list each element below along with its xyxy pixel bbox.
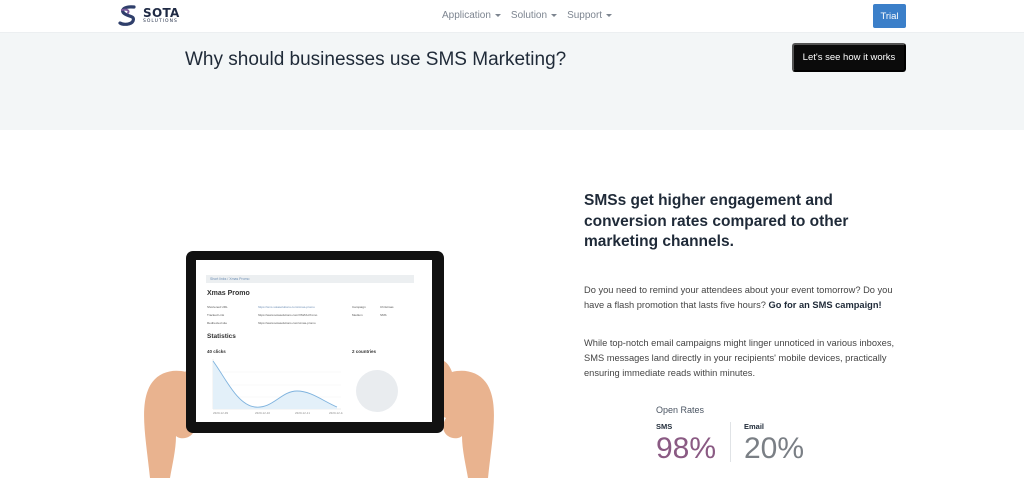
sms-open-rate: SMS 98%	[656, 422, 716, 465]
screen-side-value: SMS	[380, 313, 387, 317]
chart-x-label: 2020-12-11	[295, 411, 310, 415]
nav-solution-dropdown[interactable]: Solution	[510, 10, 558, 21]
nav-solution-label: Solution	[510, 10, 548, 21]
logo-subtitle: SOLUTIONS	[143, 19, 178, 25]
caret-down-icon	[551, 14, 558, 17]
nav-application-dropdown[interactable]: Application	[442, 10, 501, 21]
screen-row-label: Redirected site	[207, 321, 228, 325]
screen-countries-count: 2 countries	[352, 349, 377, 354]
intro-paragraph-cta: Go for an SMS campaign!	[768, 299, 882, 310]
chart-x-label: 2020-12-12	[329, 411, 343, 415]
screen-statistics-title: Statistics	[207, 333, 236, 340]
email-rate-value: 20%	[744, 432, 805, 465]
open-rates-title: Open Rates	[656, 405, 705, 415]
rates-divider	[730, 422, 731, 462]
screen-side-value: Christmas	[380, 305, 394, 309]
hero-title: Why should businesses use SMS Marketing?	[185, 49, 567, 70]
email-rate-label: Email	[744, 422, 765, 431]
chart-x-label: 2020-12-10	[255, 411, 270, 415]
caret-down-icon	[494, 14, 501, 17]
screen-side-label: Campaign	[352, 305, 366, 309]
email-open-rate: Email 20%	[744, 422, 804, 465]
trial-button[interactable]: Trial	[873, 4, 906, 28]
see-how-it-works-button[interactable]: Let's see how it works	[792, 43, 906, 72]
top-navbar: SOTA SOLUTIONS Application Solution Supp…	[0, 0, 1024, 33]
screen-row-value: https://sms.sotasolutions.com/xmas-promo	[258, 305, 315, 309]
sota-logo-icon	[118, 5, 136, 26]
screen-side-label: Medium	[352, 313, 363, 317]
screen-title: Xmas Promo	[207, 290, 250, 297]
main-nav: Application Solution Support	[442, 10, 613, 21]
chart-x-label: 2020-12-09	[213, 411, 228, 415]
countries-pie-chart	[356, 370, 398, 412]
sota-logo[interactable]: SOTA SOLUTIONS	[117, 4, 180, 28]
nav-support-dropdown[interactable]: Support	[567, 10, 613, 21]
caret-down-icon	[606, 14, 613, 17]
screen-row-label: Tracked Link	[207, 313, 225, 317]
screen-row-value: https://www.sotasolutions.com/xmas-promo	[258, 321, 316, 325]
screen-breadcrumb: Short links / Xmas Promo	[206, 275, 414, 283]
nav-support-label: Support	[567, 10, 603, 21]
comparison-paragraph: While top-notch email campaigns might li…	[584, 338, 895, 378]
intro-paragraph: Do you need to remind your attendees abo…	[584, 283, 904, 313]
sms-rate-value: 98%	[656, 432, 717, 465]
nav-application-label: Application	[442, 10, 491, 21]
tablet-illustration: Short links / Xmas Promo Xmas Promo Shor…	[130, 240, 500, 478]
tablet-screen: Short links / Xmas Promo Xmas Promo Shor…	[196, 260, 432, 422]
sms-rate-label: SMS	[656, 422, 673, 431]
screen-row-value: https://www.sotasolutions.com/XMAS-Promo	[258, 313, 318, 317]
engagement-headline: SMSs get higher engagement and conversio…	[584, 192, 849, 250]
hero-band: Why should businesses use SMS Marketing?…	[0, 33, 1024, 130]
screen-clicks-count: 40 clicks	[207, 349, 226, 354]
logo-name: SOTA	[143, 6, 180, 21]
tablet-device: Short links / Xmas Promo Xmas Promo Shor…	[186, 251, 444, 433]
clicks-line-chart: 2020-12-09 2020-12-10 2020-12-11 2020-12…	[212, 359, 343, 415]
screen-row-label: Shortened URL	[207, 305, 228, 309]
